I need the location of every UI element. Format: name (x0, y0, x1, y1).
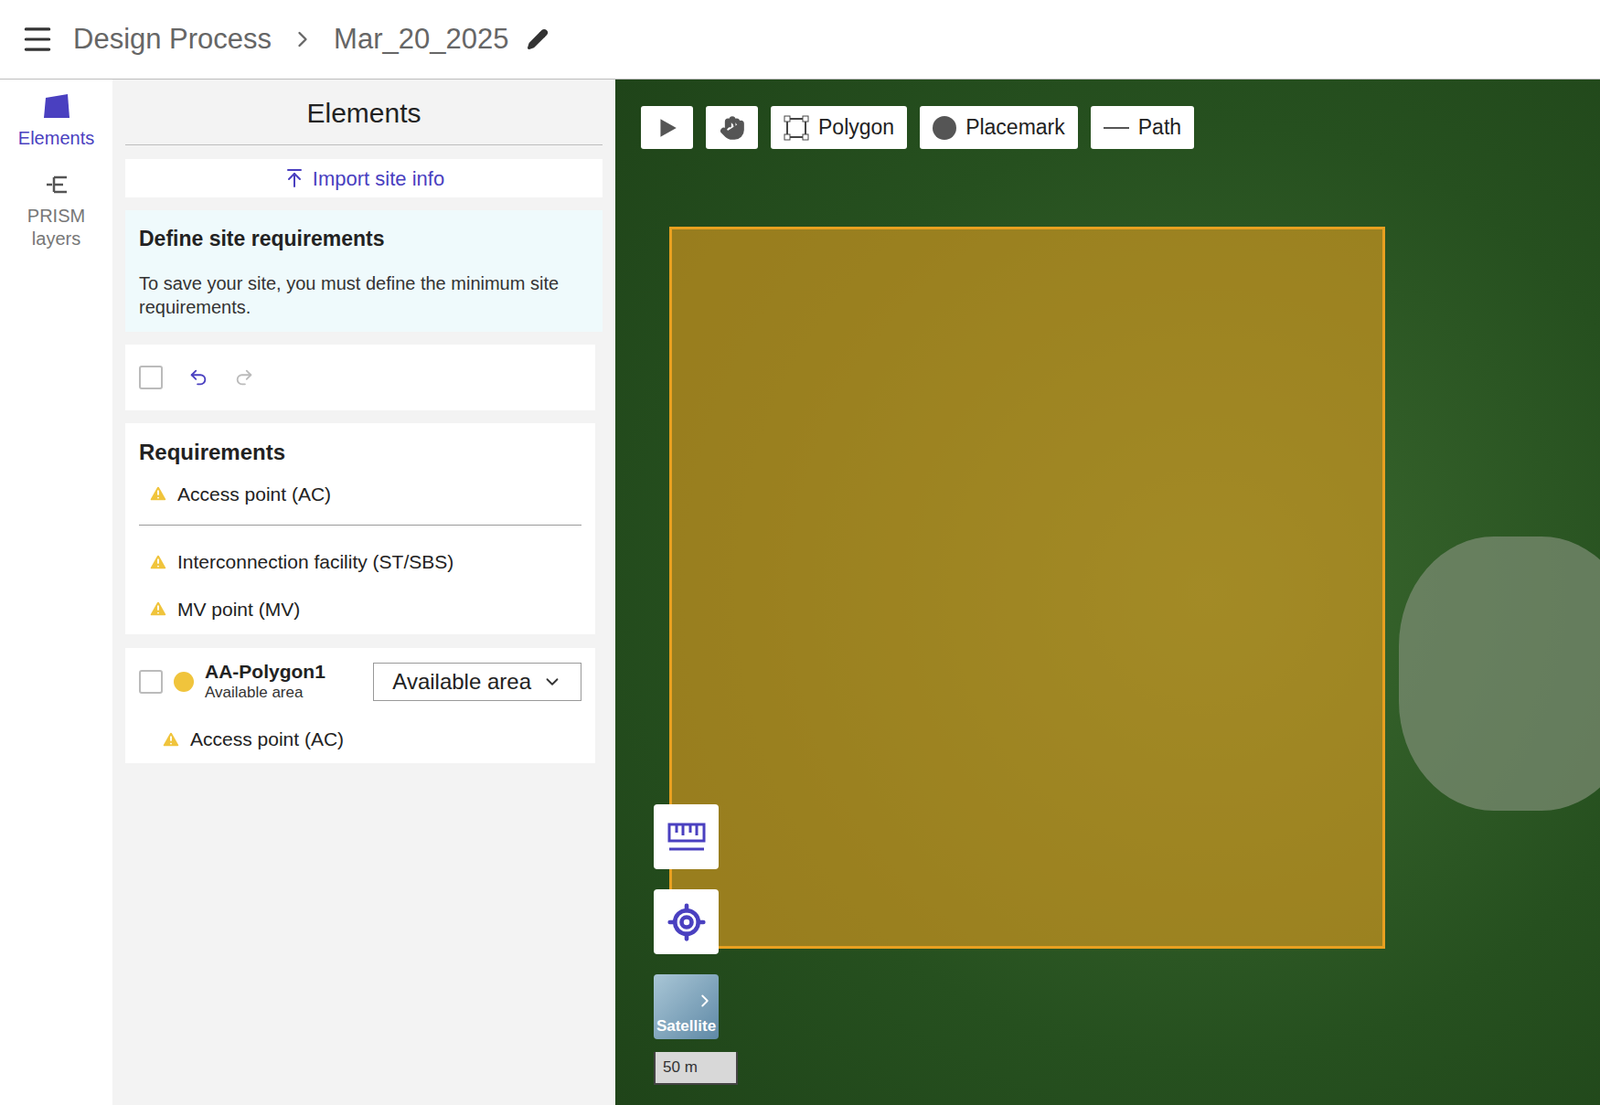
element-color-dot (173, 672, 194, 693)
warning-icon (148, 483, 169, 504)
map-tool-button[interactable]: Placemark (919, 106, 1078, 150)
placemark-icon (932, 116, 957, 140)
requirement-item: Access point (AC) (138, 480, 582, 510)
chevron-down-icon (542, 672, 563, 693)
requirements-card: Requirements Access point (AC) Interconnec… (125, 423, 596, 636)
polygon-icon (783, 115, 810, 141)
map-tool-button[interactable]: Path (1090, 106, 1195, 150)
rail-item[interactable]: Elements (15, 92, 98, 150)
map-tool-button[interactable] (640, 106, 694, 150)
requirement-item: Interconnection facility (ST/SBS) (138, 547, 582, 577)
rail: Elements PRISM layers (0, 79, 113, 1105)
site-polygon[interactable] (669, 226, 1386, 950)
select-all-checkbox[interactable] (138, 365, 163, 390)
menu-icon (20, 21, 55, 57)
elements-icon (42, 92, 72, 120)
chevron-icon (289, 26, 316, 53)
map-tool-button[interactable] (705, 106, 758, 150)
warning-icon (148, 552, 169, 573)
scale-bar: 50 m (653, 1052, 738, 1086)
satellite-patch (1398, 536, 1600, 811)
map-controls: Satellite 50 m (653, 804, 738, 1086)
element-name: AA-Polygon1 (204, 661, 363, 683)
locate-button[interactable] (653, 889, 719, 955)
pan-icon (719, 115, 746, 141)
element-warning: Access point (AC) (138, 725, 582, 755)
import-button[interactable]: Import site info (125, 159, 603, 198)
element-card: AA-Polygon1Available areaAvailable areaA… (125, 648, 596, 764)
ruler-icon (666, 821, 707, 854)
info-box: Define site requirements To save your sit… (125, 210, 603, 332)
measure-button[interactable] (653, 804, 719, 870)
app: Design ProcessMar_20_2025ElementsPRISM l… (0, 0, 1600, 1105)
elements-panel: ElementsImport site infoDefine site requ… (112, 79, 616, 1105)
upload-icon (283, 167, 306, 190)
info-text: To save your site, you must define the m… (138, 271, 589, 320)
header: Design Process Mar_20_2025 (0, 0, 1600, 80)
body: Elements PRISM layersElementsImport site … (0, 79, 1600, 1105)
element-checkbox[interactable] (138, 670, 163, 694)
requirement-item: MV point (MV) (138, 595, 582, 625)
breadcrumb-current: Mar_20_2025 (333, 18, 509, 62)
basemap-label: Satellite (656, 1014, 716, 1039)
locate-icon (666, 902, 707, 943)
element-subtitle: Available area (204, 682, 363, 704)
basemap-button[interactable]: Satellite (653, 974, 719, 1040)
edit-icon[interactable] (526, 28, 549, 51)
warning-icon (148, 598, 169, 619)
breadcrumb-root[interactable]: Design Process (73, 18, 272, 62)
element-type-dropdown[interactable]: Available area (373, 662, 582, 702)
requirement-group: Access point (AC) (138, 480, 582, 510)
panel-title: Elements (125, 0, 603, 146)
list-toolbar (125, 344, 596, 411)
select-icon (655, 116, 680, 140)
rail-item[interactable]: PRISM layers (15, 171, 98, 251)
map[interactable]: Polygon Placemark Path Satellite 50 m (615, 79, 1600, 1105)
redo-icon[interactable] (234, 367, 255, 388)
map-tool-button[interactable]: Polygon (770, 106, 907, 150)
menu-button[interactable] (20, 21, 55, 57)
layers-icon (42, 171, 71, 198)
requirement-group: Interconnection facility (ST/SBS) MV poin… (138, 524, 582, 624)
info-title: Define site requirements (138, 223, 589, 256)
path-icon (1103, 127, 1130, 129)
chevron-icon (694, 991, 715, 1012)
warning-icon (160, 729, 182, 750)
undo-icon[interactable] (188, 367, 209, 388)
element-row[interactable]: AA-Polygon1Available areaAvailable area (138, 661, 582, 704)
requirements-title: Requirements (138, 436, 582, 470)
map-toolbar: Polygon Placemark Path (640, 106, 1195, 150)
